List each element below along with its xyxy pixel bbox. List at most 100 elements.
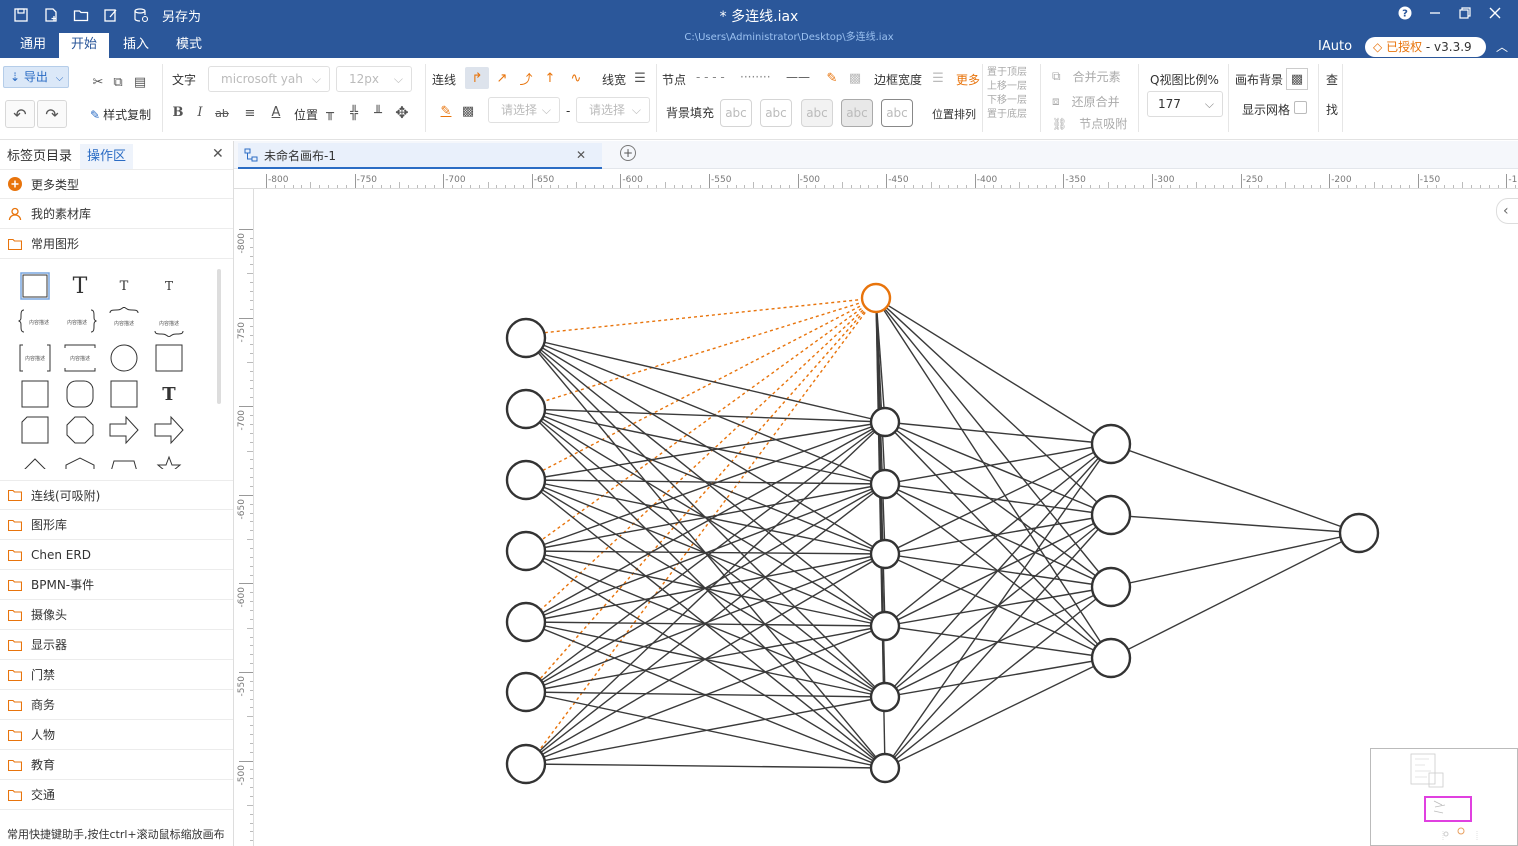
cut-icon[interactable]: ✂: [88, 72, 108, 92]
category-connectors[interactable]: 连线(可吸附): [0, 480, 233, 510]
send-to-back[interactable]: 置于底层: [987, 108, 1027, 122]
copy-icon[interactable]: ⧉: [108, 72, 128, 92]
hidden1-node[interactable]: [869, 752, 901, 784]
export-button[interactable]: ⇣ 导出 ⌵: [3, 66, 69, 88]
save-icon[interactable]: [10, 4, 32, 26]
find-label-2[interactable]: 找: [1326, 101, 1338, 118]
tab-workspace[interactable]: 操作区: [80, 144, 134, 169]
font-color-icon[interactable]: A: [266, 102, 286, 122]
solid-style-icon[interactable]: ——: [786, 70, 810, 84]
input-node[interactable]: [505, 671, 547, 713]
shape-square-2[interactable]: [17, 377, 53, 411]
fill-swatch-2[interactable]: abc: [760, 99, 792, 127]
connection-line[interactable]: [884, 421, 1112, 588]
tab-mode[interactable]: 模式: [164, 33, 214, 58]
connection-line[interactable]: [525, 553, 886, 765]
unmerge-button[interactable]: ⧈ 还原合并: [1052, 93, 1120, 110]
send-backward[interactable]: 下移一层: [987, 94, 1027, 108]
license-badge[interactable]: ◇ 已授权 - v3.3.9: [1365, 37, 1486, 57]
restore-icon[interactable]: [1452, 2, 1478, 24]
bias-connection[interactable]: [531, 297, 877, 335]
connection-line[interactable]: [884, 421, 1112, 516]
input-node[interactable]: [505, 388, 547, 430]
move-icon[interactable]: ✥: [392, 102, 412, 122]
connection-line[interactable]: [1110, 532, 1360, 588]
shape-circle[interactable]: [106, 341, 142, 375]
line-width-icon[interactable]: ☰: [630, 68, 650, 88]
undo-button[interactable]: ↶: [5, 100, 35, 128]
input-node[interactable]: [505, 530, 547, 572]
connection-line[interactable]: [884, 657, 1112, 769]
strikethrough-icon[interactable]: ab: [212, 103, 232, 123]
shape-arrow-right-2[interactable]: [151, 413, 187, 447]
fill-swatch-4[interactable]: abc: [841, 99, 873, 127]
shape-brace-left[interactable]: 内容描述: [17, 305, 53, 339]
close-icon[interactable]: ✕: [212, 146, 224, 162]
align-bottom-icon[interactable]: ╨: [368, 103, 388, 123]
connector-straight-icon[interactable]: ⤴: [516, 68, 536, 88]
shape-octagon[interactable]: [62, 413, 98, 447]
connection-line[interactable]: [525, 696, 886, 765]
bias-connection[interactable]: [531, 297, 877, 619]
dot-style-icon[interactable]: ········: [740, 70, 771, 84]
edit-file-icon[interactable]: [100, 4, 122, 26]
align-top-icon[interactable]: ╥: [320, 103, 340, 123]
category-bpmn-event[interactable]: BPMN-事件: [0, 570, 233, 600]
input-node[interactable]: [505, 459, 547, 501]
shape-arrow-right[interactable]: [106, 413, 142, 447]
output-node[interactable]: [1338, 512, 1380, 554]
shape-text-bold[interactable]: T: [151, 377, 187, 411]
save-as-label[interactable]: 另存为: [162, 6, 201, 25]
new-file-icon[interactable]: [40, 4, 62, 26]
shape-triangle[interactable]: [17, 449, 53, 469]
bring-forward[interactable]: 上移一层: [987, 80, 1027, 94]
border-color-icon[interactable]: ✎: [822, 68, 842, 88]
minimap[interactable]: [1370, 748, 1518, 846]
shape-bracket[interactable]: 内容描述: [17, 341, 53, 375]
open-folder-icon[interactable]: [70, 4, 92, 26]
fill-swatch-5[interactable]: abc: [881, 99, 913, 127]
font-size-select[interactable]: 12px ⌵: [336, 66, 412, 92]
more-link[interactable]: 更多: [956, 71, 980, 88]
merge-button[interactable]: ⧉ 合并元素: [1052, 68, 1121, 85]
category-shape-library[interactable]: 图形库: [0, 510, 233, 540]
find-label-1[interactable]: 查: [1326, 71, 1338, 88]
category-chen-erd[interactable]: Chen ERD: [0, 540, 233, 570]
connection-line[interactable]: [884, 443, 1112, 485]
position-arrange-label[interactable]: 位置排列: [932, 106, 976, 122]
shape-bracket-horizontal[interactable]: 内容描述: [62, 341, 98, 375]
minimap-viewport[interactable]: [1424, 796, 1472, 822]
connector-elbow-icon[interactable]: ↱: [465, 67, 489, 89]
paste-icon[interactable]: ▤: [130, 72, 150, 92]
my-library-row[interactable]: 我的素材库: [0, 199, 233, 229]
italic-icon[interactable]: I: [190, 102, 210, 122]
shape-text-large[interactable]: T: [62, 269, 98, 303]
border-transparent-icon[interactable]: ▩: [845, 68, 865, 88]
shape-brace-right[interactable]: 内容描述: [62, 305, 98, 339]
hidden2-node[interactable]: [1090, 566, 1132, 608]
bias-node-selected[interactable]: [860, 282, 892, 314]
hidden1-node[interactable]: [869, 406, 901, 438]
shape-text-small[interactable]: T: [151, 269, 187, 303]
shape-star[interactable]: [151, 449, 187, 469]
zoom-select[interactable]: 177 ⌵: [1147, 91, 1223, 117]
connection-line[interactable]: [525, 479, 886, 485]
close-window-icon[interactable]: [1482, 2, 1508, 24]
connection-line[interactable]: [884, 586, 1112, 769]
align-middle-icon[interactable]: ╬: [344, 103, 364, 123]
category-access-control[interactable]: 门禁: [0, 660, 233, 690]
hidden2-node[interactable]: [1090, 637, 1132, 679]
connection-line[interactable]: [884, 421, 1112, 445]
canvas-bg-icon[interactable]: ▩: [1286, 68, 1308, 90]
transparent-icon[interactable]: ▩: [458, 101, 478, 121]
arrow-style-select[interactable]: 请选择 ⌵: [576, 97, 650, 123]
category-business[interactable]: 商务: [0, 690, 233, 720]
database-icon[interactable]: [130, 4, 152, 26]
hidden1-node[interactable]: [869, 468, 901, 500]
hidden2-node[interactable]: [1090, 423, 1132, 465]
shape-square-3[interactable]: [106, 377, 142, 411]
bias-connection[interactable]: [531, 297, 877, 689]
shape-brace-top[interactable]: 内容描述: [106, 305, 142, 339]
category-camera[interactable]: 摄像头: [0, 600, 233, 630]
fill-swatch-3[interactable]: abc: [801, 99, 833, 127]
